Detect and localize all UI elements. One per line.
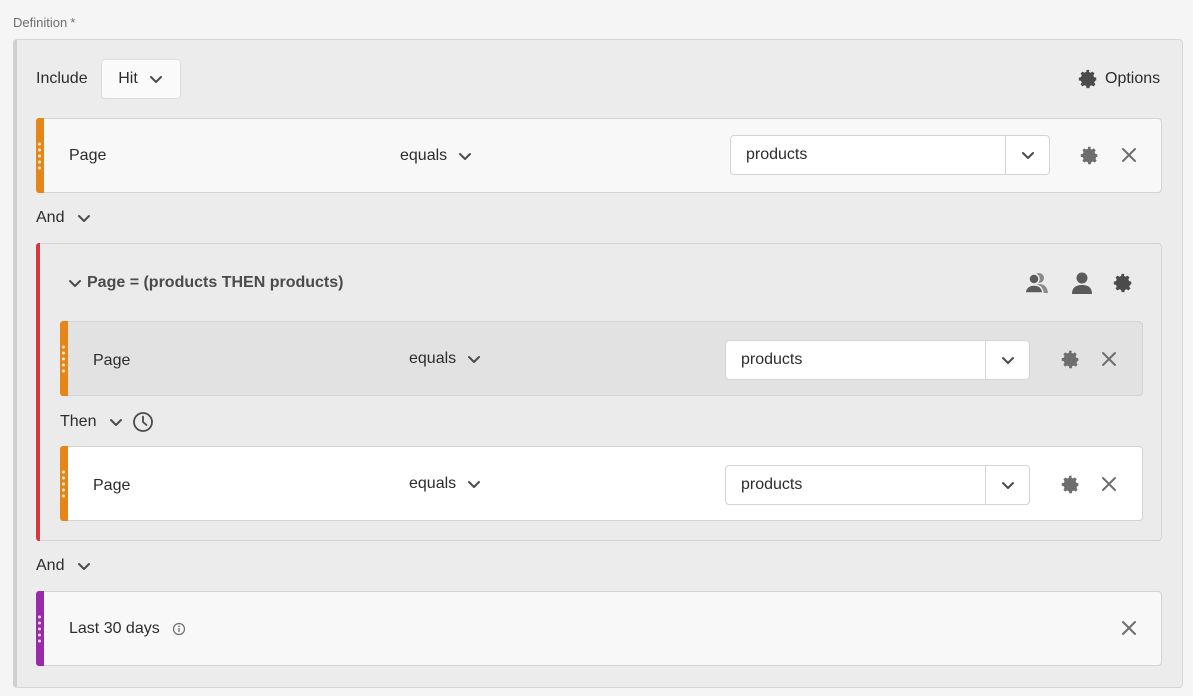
value-dropdown-button[interactable] — [985, 341, 1029, 379]
rule-dimension[interactable]: Page — [69, 147, 106, 165]
container-collapse-toggle[interactable]: Page = (products THEN products) — [67, 274, 343, 292]
rule-row: Page equals products — [60, 446, 1143, 521]
gear-icon — [1080, 146, 1097, 164]
section-label: Definition * — [13, 15, 75, 30]
close-icon — [1122, 148, 1136, 162]
include-label: Include — [36, 70, 88, 87]
rule-settings-button[interactable] — [1058, 472, 1082, 496]
drag-handle-icon — [62, 345, 65, 372]
rule-settings-button[interactable] — [1077, 143, 1101, 167]
chevron-down-icon — [468, 356, 481, 363]
chevron-down-icon — [69, 280, 81, 287]
operator-dropdown[interactable]: equals — [409, 475, 482, 493]
value-dropdown-button[interactable] — [985, 466, 1029, 504]
operator-value: equals — [409, 350, 457, 367]
rule-remove-button[interactable] — [1097, 347, 1121, 371]
chevron-down-icon — [110, 419, 123, 426]
visitor-scope-button[interactable] — [1070, 271, 1094, 295]
options-label: Options — [1105, 70, 1161, 87]
then-connector: Then — [60, 411, 154, 433]
operator-value: equals — [409, 475, 457, 492]
container-title: Page = (products THEN products) — [87, 274, 344, 291]
operator-value: equals — [400, 147, 448, 164]
logic-connector-dropdown[interactable]: And — [36, 557, 92, 575]
rule-remove-button[interactable] — [1117, 143, 1141, 167]
gear-icon — [1061, 350, 1078, 368]
users-icon — [1024, 273, 1048, 294]
info-icon[interactable] — [172, 622, 186, 636]
then-label: Then — [60, 413, 97, 430]
visitors-scope-button[interactable] — [1023, 271, 1051, 295]
options-button[interactable]: Options — [1077, 68, 1160, 90]
value-combobox[interactable]: products — [725, 340, 1030, 380]
section-label-text: Definition — [13, 15, 68, 30]
drag-handle-icon — [38, 615, 41, 642]
gear-icon — [1061, 475, 1078, 493]
then-dropdown[interactable]: Then — [60, 413, 124, 431]
chevron-down-icon — [1001, 482, 1014, 489]
date-range-label[interactable]: Last 30 days — [69, 620, 160, 638]
value-combobox[interactable]: products — [725, 465, 1030, 505]
gear-icon — [1078, 69, 1097, 89]
user-icon — [1072, 272, 1092, 294]
drag-handle[interactable] — [60, 446, 68, 521]
scope-dropdown[interactable]: Hit — [101, 59, 181, 99]
gear-icon — [1113, 273, 1132, 293]
rule-settings-button[interactable] — [1058, 347, 1082, 371]
logic-connector-label: And — [36, 209, 65, 226]
date-rule-remove-button[interactable] — [1117, 616, 1141, 640]
value-dropdown-button[interactable] — [1005, 136, 1049, 174]
rule-dimension[interactable]: Page — [93, 477, 130, 495]
required-mark: * — [70, 15, 76, 30]
close-icon — [1102, 352, 1116, 366]
value-input[interactable]: products — [726, 341, 985, 379]
chevron-down-icon — [1001, 357, 1014, 364]
drag-handle-icon — [38, 142, 41, 169]
operator-dropdown[interactable]: equals — [400, 147, 473, 165]
close-icon — [1102, 477, 1116, 491]
logic-connector-label: And — [36, 557, 65, 574]
scope-dropdown-value: Hit — [118, 70, 138, 87]
chevron-down-icon — [149, 76, 162, 83]
chevron-down-icon — [468, 481, 481, 488]
chevron-down-icon — [1021, 152, 1034, 159]
drag-handle[interactable] — [36, 591, 44, 666]
clock-icon — [133, 412, 154, 432]
container-settings-button[interactable] — [1111, 271, 1135, 295]
chevron-down-icon — [78, 563, 91, 570]
drag-handle[interactable] — [60, 321, 68, 396]
value-input[interactable]: products — [731, 136, 1005, 174]
drag-handle[interactable] — [36, 118, 44, 193]
operator-dropdown[interactable]: equals — [409, 350, 482, 368]
rule-row: Page equals products — [36, 118, 1162, 193]
rule-remove-button[interactable] — [1097, 472, 1121, 496]
chevron-down-icon — [78, 215, 91, 222]
date-range-label-group: Last 30 days — [69, 620, 186, 638]
value-combobox[interactable]: products — [730, 135, 1050, 175]
chevron-down-icon — [459, 153, 472, 160]
logic-connector-dropdown[interactable]: And — [36, 209, 92, 227]
rule-row: Page equals products — [60, 321, 1143, 396]
value-input[interactable]: products — [726, 466, 985, 504]
time-restriction-button[interactable] — [132, 411, 154, 433]
date-range-rule: Last 30 days — [36, 591, 1162, 666]
close-icon — [1122, 621, 1136, 635]
drag-handle-icon — [62, 470, 65, 497]
container-bar — [36, 243, 40, 541]
rule-dimension[interactable]: Page — [93, 352, 130, 370]
